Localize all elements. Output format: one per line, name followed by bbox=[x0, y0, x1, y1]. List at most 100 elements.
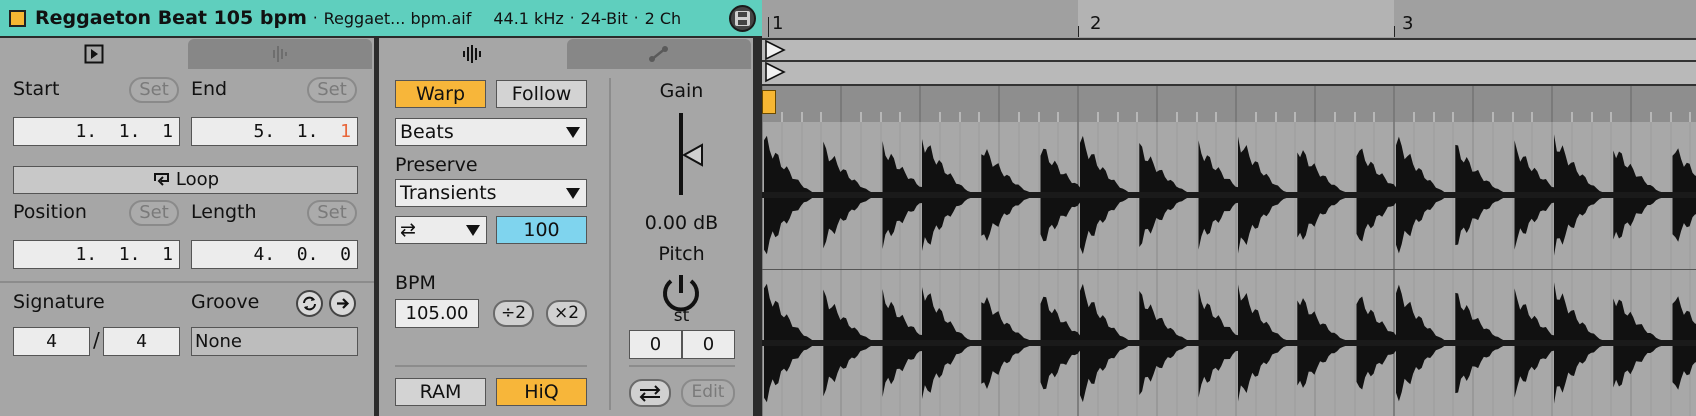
waveform-icon bbox=[463, 45, 481, 63]
ruler-band bbox=[1078, 0, 1394, 37]
sample-editor[interactable]: 1 2 3 bbox=[762, 0, 1696, 416]
waveform-baseline bbox=[762, 340, 1696, 346]
channel-divider bbox=[762, 269, 1696, 270]
follow-toggle[interactable]: Follow bbox=[496, 80, 587, 108]
edit-button[interactable]: Edit bbox=[681, 379, 735, 407]
warp-toggle[interactable]: Warp bbox=[395, 80, 486, 108]
position-label: Position bbox=[13, 201, 87, 223]
end-field-sixteenth: 1 bbox=[340, 121, 351, 142]
arrow-right-icon bbox=[337, 298, 350, 309]
start-set-button[interactable]: Set bbox=[129, 77, 179, 103]
warp-marker[interactable] bbox=[762, 90, 776, 114]
clip-header: Reggaeton Beat 105 bpm · Reggaet... bpm.… bbox=[0, 0, 762, 37]
bar-number: 2 bbox=[1090, 13, 1102, 34]
signature-label: Signature bbox=[13, 291, 105, 313]
warp-mode-value: Beats bbox=[400, 121, 454, 143]
clip-color-swatch[interactable] bbox=[9, 9, 26, 27]
waveform-display[interactable] bbox=[762, 122, 1696, 416]
bpm-label: BPM bbox=[395, 272, 436, 294]
length-set-button[interactable]: Set bbox=[307, 200, 357, 226]
groove-commit-button[interactable] bbox=[329, 290, 356, 317]
transient-loop-mode-value: ⇄ bbox=[400, 219, 416, 241]
tab-sample[interactable] bbox=[381, 38, 565, 70]
gain-slider-handle[interactable] bbox=[682, 143, 704, 167]
double-tempo-button[interactable]: ×2 bbox=[546, 300, 587, 327]
transpose-field[interactable]: 0 bbox=[629, 330, 682, 359]
waveform-baseline bbox=[762, 192, 1696, 198]
gain-value: 0.00 dB bbox=[644, 212, 719, 234]
length-field[interactable]: 4. 0. 0 bbox=[191, 240, 358, 269]
position-set-button[interactable]: Set bbox=[129, 200, 179, 226]
groove-selector[interactable]: None bbox=[191, 327, 358, 356]
hiq-toggle[interactable]: HiQ bbox=[496, 378, 587, 406]
channel-count: 2 Ch bbox=[644, 8, 682, 28]
tab-sample-view[interactable] bbox=[188, 39, 372, 69]
loop-marker-lane[interactable] bbox=[762, 62, 1696, 86]
clip-name[interactable]: Reggaeton Beat 105 bpm bbox=[35, 7, 307, 29]
start-marker[interactable] bbox=[764, 40, 788, 62]
pitch-label: Pitch bbox=[658, 243, 705, 265]
section-divider bbox=[0, 281, 374, 283]
signature-numerator-field[interactable]: 4 bbox=[13, 327, 90, 356]
transient-envelope-field[interactable]: 100 bbox=[496, 216, 587, 244]
tab-clip[interactable] bbox=[2, 38, 186, 70]
reverse-button[interactable] bbox=[629, 379, 671, 407]
start-marker-lane[interactable] bbox=[762, 38, 1696, 62]
tab-envelopes[interactable] bbox=[567, 39, 751, 69]
bar-tick bbox=[1078, 26, 1079, 37]
loop-start-marker[interactable] bbox=[764, 62, 788, 84]
separator: · bbox=[569, 9, 575, 27]
clip-play-icon bbox=[84, 44, 104, 64]
groove-label: Groove bbox=[191, 291, 260, 313]
separator: · bbox=[312, 9, 318, 27]
end-field[interactable]: 5. 1. 1 bbox=[191, 117, 358, 146]
chevron-down-icon bbox=[566, 188, 580, 199]
sample-file-name: Reggaet... bpm.aif bbox=[323, 8, 472, 28]
gain-label: Gain bbox=[659, 80, 704, 102]
clip-tab-bar bbox=[0, 38, 374, 70]
reverse-icon bbox=[639, 385, 661, 402]
start-label: Start bbox=[13, 78, 60, 100]
sample-properties-panel: Warp Follow Beats Preserve Transients ⇄ … bbox=[379, 38, 753, 416]
bar-number: 1 bbox=[772, 13, 784, 34]
ram-toggle[interactable]: RAM bbox=[395, 378, 486, 406]
loop-label: Loop bbox=[175, 169, 220, 190]
bar-tick bbox=[768, 17, 769, 37]
signature-denominator-field[interactable]: 4 bbox=[103, 327, 180, 356]
warp-mode-dropdown[interactable]: Beats bbox=[395, 118, 587, 146]
bar-tick bbox=[1394, 26, 1395, 37]
sample-rate: 44.1 kHz bbox=[493, 8, 564, 28]
chevron-down-icon bbox=[566, 127, 580, 138]
save-sample-button[interactable] bbox=[729, 5, 756, 32]
start-field[interactable]: 1. 1. 1 bbox=[13, 117, 180, 146]
position-field[interactable]: 1. 1. 1 bbox=[13, 240, 180, 269]
chevron-down-icon bbox=[466, 225, 480, 236]
groove-hot-swap-button[interactable] bbox=[296, 290, 323, 317]
bit-depth: 24-Bit bbox=[580, 8, 628, 28]
section-divider bbox=[609, 78, 611, 410]
end-label: End bbox=[191, 78, 228, 100]
transient-loop-mode-dropdown[interactable]: ⇄ bbox=[395, 216, 487, 244]
hot-swap-icon bbox=[303, 296, 316, 311]
warp-marker-lane[interactable] bbox=[762, 86, 1696, 122]
save-icon bbox=[735, 11, 750, 26]
preserve-dropdown[interactable]: Transients bbox=[395, 179, 587, 207]
pitch-unit: st bbox=[673, 306, 690, 326]
loop-icon bbox=[153, 173, 169, 186]
preserve-label: Preserve bbox=[395, 154, 478, 176]
envelope-icon bbox=[649, 46, 668, 62]
detune-field[interactable]: 0 bbox=[682, 330, 735, 359]
panel-gap bbox=[753, 38, 762, 416]
preserve-value: Transients bbox=[400, 182, 497, 204]
end-set-button[interactable]: Set bbox=[307, 77, 357, 103]
warp-grid bbox=[762, 86, 1691, 122]
signature-slash: / bbox=[93, 328, 100, 352]
separator: · bbox=[633, 9, 639, 27]
section-divider bbox=[395, 365, 587, 367]
loop-button[interactable]: Loop bbox=[13, 166, 358, 194]
sample-waveform-icon bbox=[273, 46, 287, 62]
sample-tab-bar bbox=[379, 38, 753, 70]
half-tempo-button[interactable]: ÷2 bbox=[493, 300, 534, 327]
beat-ruler[interactable]: 1 2 3 bbox=[762, 0, 1696, 37]
bpm-field[interactable]: 105.00 bbox=[395, 299, 479, 328]
